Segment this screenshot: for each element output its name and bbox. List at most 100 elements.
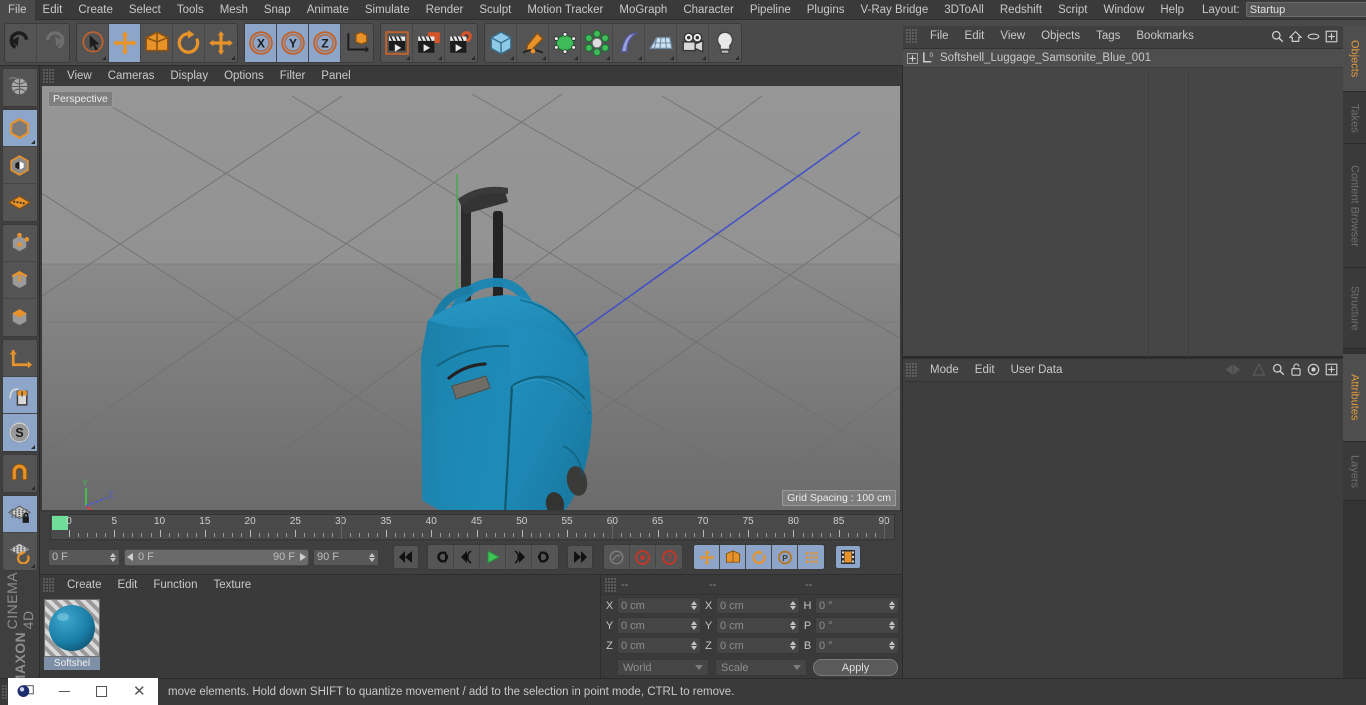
home-icon[interactable] <box>1289 30 1302 43</box>
edges-mode-button[interactable] <box>2 262 37 299</box>
panel-grip-icon[interactable] <box>43 578 54 592</box>
enable-axis-modification-button[interactable] <box>2 377 37 414</box>
vtab-layers[interactable]: Layers <box>1343 441 1366 502</box>
layout-select[interactable]: Startup <box>1245 2 1366 17</box>
panel-grip-icon[interactable] <box>605 577 616 592</box>
add-light-button[interactable] <box>709 24 741 62</box>
viewport-menu-cameras[interactable]: Cameras <box>100 66 163 86</box>
add-generator-button[interactable] <box>549 23 581 62</box>
snap-magnet-button[interactable] <box>3 455 37 492</box>
live-selection-button[interactable] <box>77 23 109 62</box>
material-menu-texture[interactable]: Texture <box>205 574 259 596</box>
dropdown-corner-icon[interactable] <box>471 55 475 60</box>
menu-render[interactable]: Render <box>418 0 472 20</box>
render-to-picture-viewer-button[interactable] <box>413 23 445 62</box>
dropdown-corner-icon[interactable] <box>606 55 610 60</box>
dropdown-corner-icon[interactable] <box>30 445 35 449</box>
size-z-field[interactable]: 0 cm <box>716 637 800 654</box>
vtab-content-browser[interactable]: Content Browser <box>1343 144 1366 269</box>
spinner-icon[interactable] <box>789 601 796 610</box>
position-x-field[interactable]: 0 cm <box>617 597 701 614</box>
free-move-button[interactable] <box>205 24 237 62</box>
dropdown-corner-icon[interactable] <box>510 55 514 60</box>
position-z-field[interactable]: 0 cm <box>617 637 701 654</box>
search-icon[interactable] <box>1271 30 1284 43</box>
object-tree[interactable]: 0 Softshell_Luggage_Samsonite_Blue_001 <box>903 48 1343 379</box>
record-points-button[interactable] <box>798 545 824 569</box>
interpolate-right-icon[interactable] <box>1251 363 1267 376</box>
vtab-structure[interactable]: Structure <box>1343 268 1366 350</box>
make-editable-button[interactable] <box>3 69 37 106</box>
render-view-button[interactable] <box>381 23 413 62</box>
timeline-toggle-button[interactable] <box>835 545 861 569</box>
record-position-button[interactable] <box>694 545 720 569</box>
spinner-icon[interactable] <box>888 621 895 630</box>
lock-icon[interactable] <box>1290 363 1302 376</box>
menu-script[interactable]: Script <box>1050 0 1095 20</box>
menu-simulate[interactable]: Simulate <box>357 0 418 20</box>
coordinate-mode-select[interactable]: Scale <box>715 659 807 676</box>
lock-z-button[interactable]: Z <box>309 23 341 62</box>
position-y-field[interactable]: 0 cm <box>617 617 701 634</box>
menu-character[interactable]: Character <box>675 0 742 20</box>
spinner-icon[interactable] <box>888 641 895 650</box>
dropdown-corner-icon[interactable] <box>30 564 35 568</box>
viewport-menu-filter[interactable]: Filter <box>272 66 314 86</box>
object-menu-tags[interactable]: Tags <box>1088 25 1128 47</box>
menu-tools[interactable]: Tools <box>169 0 212 20</box>
model-mode-button[interactable] <box>2 110 37 147</box>
object-menu-edit[interactable]: Edit <box>957 25 993 47</box>
menu-edit[interactable]: Edit <box>35 0 71 20</box>
spinner-icon[interactable] <box>888 601 895 610</box>
menu-pipeline[interactable]: Pipeline <box>742 0 799 20</box>
menu-3dtoall[interactable]: 3DToAll <box>936 0 992 20</box>
viewport-menu-panel[interactable]: Panel <box>313 66 358 86</box>
rotation-p-field[interactable]: 0 ° <box>815 617 899 634</box>
rotate-button[interactable] <box>173 23 205 62</box>
step-forward-button[interactable] <box>506 545 532 569</box>
menu-select[interactable]: Select <box>121 0 169 20</box>
panel-grip-icon[interactable] <box>906 362 917 377</box>
goto-start-button[interactable] <box>393 545 419 569</box>
add-cube-button[interactable] <box>485 23 517 62</box>
render-settings-button[interactable] <box>445 24 477 62</box>
coordinate-system-select[interactable]: World <box>617 659 709 676</box>
object-menu-view[interactable]: View <box>992 25 1033 47</box>
object-menu-objects[interactable]: Objects <box>1033 25 1088 47</box>
dropdown-corner-icon[interactable] <box>670 55 674 60</box>
target-icon[interactable] <box>1307 363 1320 376</box>
app-icon-button[interactable] <box>8 678 46 705</box>
move-button[interactable] <box>109 23 141 62</box>
add-spline-button[interactable] <box>517 23 549 62</box>
viewport-menu-display[interactable]: Display <box>162 66 216 86</box>
lock-y-button[interactable]: Y <box>277 23 309 62</box>
keyframe-help-button[interactable]: ? <box>656 545 682 569</box>
attributes-body[interactable] <box>903 381 1343 679</box>
menu-motion-tracker[interactable]: Motion Tracker <box>519 0 611 20</box>
dropdown-corner-icon[interactable] <box>30 140 35 144</box>
workplane-mode-button[interactable] <box>3 184 37 221</box>
planar-workplane-button[interactable] <box>3 533 37 570</box>
material-item[interactable] <box>44 599 100 657</box>
lock-x-button[interactable]: X <box>245 23 277 62</box>
spinner-icon[interactable] <box>368 552 375 562</box>
panel-grip-icon[interactable] <box>906 29 917 43</box>
add-bend-button[interactable] <box>613 23 645 62</box>
maximize-button[interactable] <box>83 678 121 705</box>
range-left-arrow-icon[interactable] <box>127 553 133 561</box>
add-deformer-button[interactable] <box>581 23 613 62</box>
dropdown-corner-icon[interactable] <box>30 486 35 490</box>
rotation-b-field[interactable]: 0 ° <box>815 637 899 654</box>
spinner-icon[interactable] <box>690 641 697 650</box>
end-frame-field[interactable]: 90 F <box>313 548 379 566</box>
spinner-icon[interactable] <box>789 641 796 650</box>
polygons-mode-button[interactable] <box>3 299 37 336</box>
soft-selection-button[interactable]: S <box>2 414 37 451</box>
dropdown-corner-icon[interactable] <box>542 55 546 60</box>
object-menu-file[interactable]: File <box>922 25 957 47</box>
apply-button[interactable]: Apply <box>813 659 898 676</box>
viewport-3d[interactable]: Y X Z Perspective Grid Spacing : 100 cm <box>42 86 900 510</box>
material-menu-edit[interactable]: Edit <box>110 574 146 596</box>
object-axis-button[interactable] <box>2 340 37 377</box>
spinner-icon[interactable] <box>690 621 697 630</box>
